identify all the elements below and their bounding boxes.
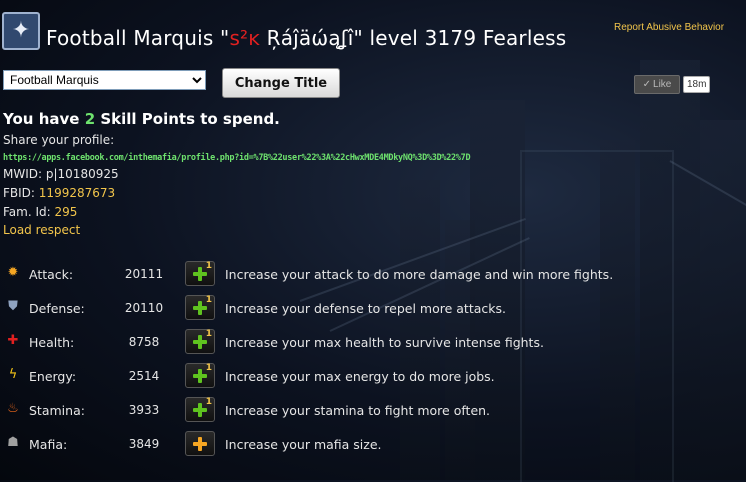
stat-row-defense: ⛊ Defense: 20110 1 Increase your defense… [0, 293, 746, 323]
title-select[interactable]: Football Marquis [3, 70, 206, 90]
stat-row-attack: ✹ Attack: 20111 1 Increase your attack t… [0, 259, 746, 289]
lightning-icon: ϟ [8, 367, 18, 382]
stat-row-mafia: ☗ Mafia: 3849 Increase your mafia size. [0, 429, 746, 459]
stamina-value: 3933 [128, 403, 160, 417]
title-prefix: s²ĸ [229, 26, 261, 50]
plus-icon [193, 437, 207, 451]
player-name: Football Marquis [46, 26, 214, 50]
increase-stamina-button[interactable]: 1 [185, 397, 215, 422]
shield-icon: ⛊ [8, 299, 18, 314]
like-count: 18m [683, 76, 711, 93]
mwid-value: p|10180925 [45, 167, 119, 181]
defense-value: 20110 [124, 301, 164, 315]
fbid-value: 1199287673 [38, 186, 116, 200]
game-logo-icon: ✦ [2, 12, 40, 50]
change-title-button[interactable]: Change Title [222, 68, 340, 98]
flame-icon: ♨ [7, 401, 19, 416]
mafia-value: 3849 [128, 437, 160, 451]
attack-value: 20111 [124, 267, 164, 281]
stat-row-health: ✚ Health: 8758 1 Increase your max healt… [0, 327, 746, 357]
increase-mafia-button[interactable] [185, 431, 215, 456]
load-respect-link[interactable]: Load respect [3, 223, 80, 237]
energy-value: 2514 [128, 369, 160, 383]
fbid-row: FBID: 1199287673 [3, 186, 116, 200]
stat-row-stamina: ♨ Stamina: 3933 1 Increase your stamina … [0, 395, 746, 425]
page-title: Football Marquis "s²ĸ Ŗáĵäώąʆî" level 31… [46, 26, 567, 50]
skill-points-count: 2 [84, 110, 96, 128]
skill-points-message: You have 2 Skill Points to spend. [3, 110, 280, 128]
like-button[interactable]: ✓ Like [634, 75, 680, 94]
family-id-row: Fam. Id: 295 [3, 205, 78, 219]
increase-attack-button[interactable]: 1 [185, 261, 215, 286]
player-title: Ŗáĵäώąʆî [266, 26, 354, 50]
family-id-value: 295 [54, 205, 78, 219]
increase-health-button[interactable]: 1 [185, 329, 215, 354]
mafia-group-icon: ☗ [7, 435, 19, 450]
stat-row-energy: ϟ Energy: 2514 1 Increase your max energ… [0, 361, 746, 391]
red-cross-icon: ✚ [7, 333, 19, 348]
share-profile-link[interactable]: https://apps.facebook.com/inthemafia/pro… [3, 153, 471, 163]
health-value: 8758 [128, 335, 160, 349]
explosion-icon: ✹ [7, 265, 19, 280]
increase-energy-button[interactable]: 1 [185, 363, 215, 388]
thumbs-up-icon: ✓ [642, 79, 652, 90]
player-level: 3179 [424, 26, 477, 50]
increase-defense-button[interactable]: 1 [185, 295, 215, 320]
report-abuse-link[interactable]: Report Abusive Behavior [614, 22, 724, 33]
mwid-row: MWID: p|10180925 [3, 167, 119, 181]
share-profile-label: Share your profile: [3, 133, 115, 147]
player-rank: Fearless [482, 26, 567, 50]
